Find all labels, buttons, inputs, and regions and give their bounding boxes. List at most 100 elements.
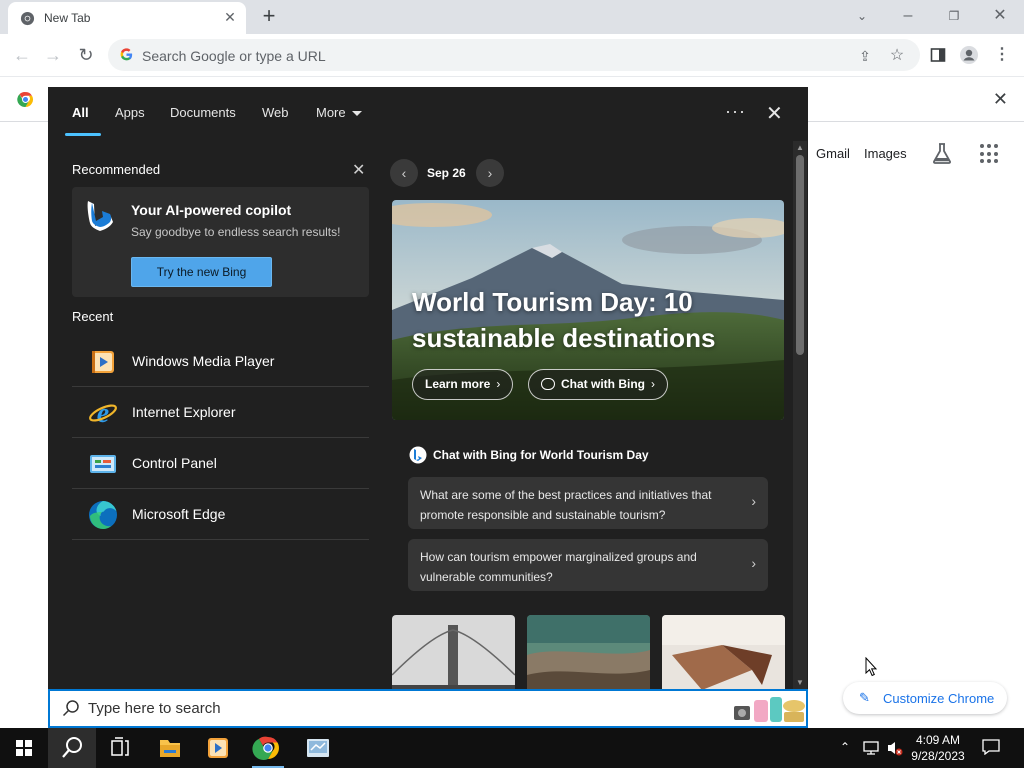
tab-new-tab[interactable]: New Tab ✕ bbox=[8, 2, 246, 34]
chevron-right-icon: › bbox=[496, 377, 501, 391]
windows-taskbar: ⌃ 4:09 AM 9/28/2023 bbox=[0, 728, 1024, 768]
infobar-close-icon[interactable]: ✕ bbox=[993, 89, 1008, 110]
thumbnail-luggage[interactable] bbox=[662, 615, 785, 690]
labs-flask-icon[interactable] bbox=[931, 141, 953, 165]
recent-item-label: Internet Explorer bbox=[132, 404, 236, 420]
google-apps-icon[interactable] bbox=[980, 144, 1000, 164]
search-icon bbox=[62, 737, 82, 758]
beach-crowd-image bbox=[527, 615, 650, 690]
action-center-icon[interactable] bbox=[982, 739, 1000, 755]
pencil-icon: ✎ bbox=[859, 690, 870, 705]
gmail-link[interactable]: Gmail bbox=[816, 146, 850, 161]
scroll-up-icon[interactable]: ▲ bbox=[795, 143, 805, 153]
chevron-right-icon: › bbox=[651, 377, 655, 391]
learn-more-label: Learn more bbox=[425, 377, 491, 391]
clock-time: 4:09 AM bbox=[915, 733, 961, 747]
chat-with-bing-button[interactable]: Chat with Bing › bbox=[528, 369, 668, 400]
taskbar-search-box[interactable] bbox=[48, 689, 808, 728]
tab-all[interactable]: All bbox=[72, 105, 89, 120]
media-player-icon bbox=[92, 351, 114, 373]
close-window-button[interactable]: ✕ bbox=[980, 4, 1020, 28]
scrollbar-thumb[interactable] bbox=[796, 155, 804, 355]
hero-title: World Tourism Day: 10 sustainable destin… bbox=[412, 287, 716, 353]
file-explorer-button[interactable] bbox=[146, 728, 194, 768]
recommended-heading: Recommended bbox=[72, 162, 161, 177]
share-icon[interactable]: ⇪ bbox=[856, 47, 874, 65]
tab-documents[interactable]: Documents bbox=[170, 105, 236, 120]
back-button[interactable]: ← bbox=[10, 43, 34, 67]
panel-scrollbar[interactable]: ▲ ▼ bbox=[793, 141, 807, 690]
profile-avatar-icon[interactable] bbox=[959, 45, 979, 65]
chevron-right-icon: › bbox=[751, 555, 756, 571]
scroll-down-icon[interactable]: ▼ bbox=[795, 678, 805, 688]
active-tab-indicator bbox=[65, 133, 101, 136]
chrome-logo-icon bbox=[17, 92, 33, 107]
taskbar-search-button[interactable] bbox=[48, 728, 96, 768]
learn-more-button[interactable]: Learn more › bbox=[412, 369, 514, 400]
thumbnail-beach[interactable] bbox=[527, 615, 650, 690]
chrome-toolbar: ← → ↻ Search Google or type a URL ⇪ ☆ ⋮ bbox=[0, 34, 1024, 76]
tab-search-chevron-icon[interactable]: ⌄ bbox=[842, 4, 882, 28]
media-player-taskbar-button[interactable] bbox=[194, 728, 242, 768]
google-g-icon bbox=[120, 48, 133, 61]
highlight-hero-card[interactable]: World Tourism Day: 10 sustainable destin… bbox=[392, 200, 784, 420]
bookmark-star-icon[interactable]: ☆ bbox=[888, 47, 906, 65]
recent-item-windows-media-player[interactable]: Windows Media Player bbox=[72, 336, 369, 387]
copilot-card: Your AI-powered copilot Say goodbye to e… bbox=[72, 187, 369, 297]
edge-icon bbox=[89, 501, 117, 529]
recent-item-label: Windows Media Player bbox=[132, 353, 275, 369]
tab-more[interactable]: More bbox=[316, 105, 362, 120]
try-new-bing-button[interactable]: Try the new Bing bbox=[131, 257, 272, 287]
new-tab-button[interactable]: + bbox=[258, 5, 280, 28]
chrome-taskbar-button[interactable] bbox=[244, 728, 292, 768]
tab-close-icon[interactable]: ✕ bbox=[222, 9, 238, 25]
bing-logo-icon bbox=[87, 201, 113, 231]
chevron-right-icon: › bbox=[751, 493, 756, 509]
volume-muted-icon[interactable] bbox=[886, 739, 904, 757]
next-date-button[interactable]: › bbox=[476, 159, 504, 187]
forward-button[interactable]: → bbox=[41, 43, 65, 67]
tab-apps[interactable]: Apps bbox=[115, 105, 145, 120]
chevron-down-icon bbox=[351, 111, 362, 117]
minimize-button[interactable]: – bbox=[888, 4, 928, 28]
recent-item-internet-explorer[interactable]: e Internet Explorer bbox=[72, 387, 369, 438]
images-link[interactable]: Images bbox=[864, 146, 907, 161]
omnibox[interactable]: Search Google or type a URL ⇪ ☆ bbox=[108, 39, 920, 71]
task-view-button[interactable] bbox=[96, 728, 144, 768]
chat-prompt-card[interactable]: How can tourism empower marginalized gro… bbox=[408, 539, 768, 591]
customize-chrome-button[interactable]: ✎ Customize Chrome bbox=[843, 682, 1007, 714]
recent-item-control-panel[interactable]: Control Panel bbox=[72, 438, 369, 489]
search-icon bbox=[62, 700, 79, 717]
customize-chrome-label: Customize Chrome bbox=[883, 691, 995, 706]
mouse-pointer-icon bbox=[865, 657, 878, 677]
recommended-close-icon[interactable]: ✕ bbox=[352, 160, 365, 180]
chrome-menu-icon[interactable]: ⋮ bbox=[992, 45, 1012, 65]
chat-prompt-card[interactable]: What are some of the best practices and … bbox=[408, 477, 768, 529]
task-view-icon bbox=[111, 737, 129, 756]
chrome-favicon-icon bbox=[20, 11, 35, 26]
show-hidden-icons-chevron-icon[interactable]: ⌃ bbox=[840, 740, 850, 754]
side-panel-icon[interactable] bbox=[928, 45, 948, 65]
taskbar-clock[interactable]: 4:09 AM 9/28/2023 bbox=[906, 732, 970, 764]
close-panel-icon[interactable]: ✕ bbox=[766, 101, 783, 126]
bing-small-icon bbox=[409, 446, 427, 464]
start-button[interactable] bbox=[0, 728, 48, 768]
control-panel-icon bbox=[307, 739, 329, 757]
more-options-icon[interactable]: ··· bbox=[725, 101, 746, 122]
tab-web[interactable]: Web bbox=[262, 105, 289, 120]
highlight-date: Sep 26 bbox=[427, 166, 466, 180]
chrome-tab-strip: New Tab ✕ + ⌄ – ❐ ✕ bbox=[0, 0, 1024, 34]
previous-date-button[interactable]: ‹ bbox=[390, 159, 418, 187]
chrome-icon bbox=[252, 736, 279, 760]
control-panel-taskbar-button[interactable] bbox=[294, 728, 342, 768]
thumbnail-bridge[interactable] bbox=[392, 615, 515, 690]
chat-bubble-icon bbox=[541, 378, 555, 390]
recent-item-microsoft-edge[interactable]: Microsoft Edge bbox=[72, 489, 369, 540]
reload-button[interactable]: ↻ bbox=[74, 43, 98, 67]
svg-text:e: e bbox=[97, 398, 109, 428]
copilot-card-subtitle: Say goodbye to endless search results! bbox=[131, 225, 341, 239]
search-input[interactable] bbox=[88, 697, 688, 719]
restore-button[interactable]: ❐ bbox=[934, 4, 974, 28]
network-icon[interactable] bbox=[862, 740, 880, 756]
internet-explorer-icon: e bbox=[89, 398, 117, 428]
